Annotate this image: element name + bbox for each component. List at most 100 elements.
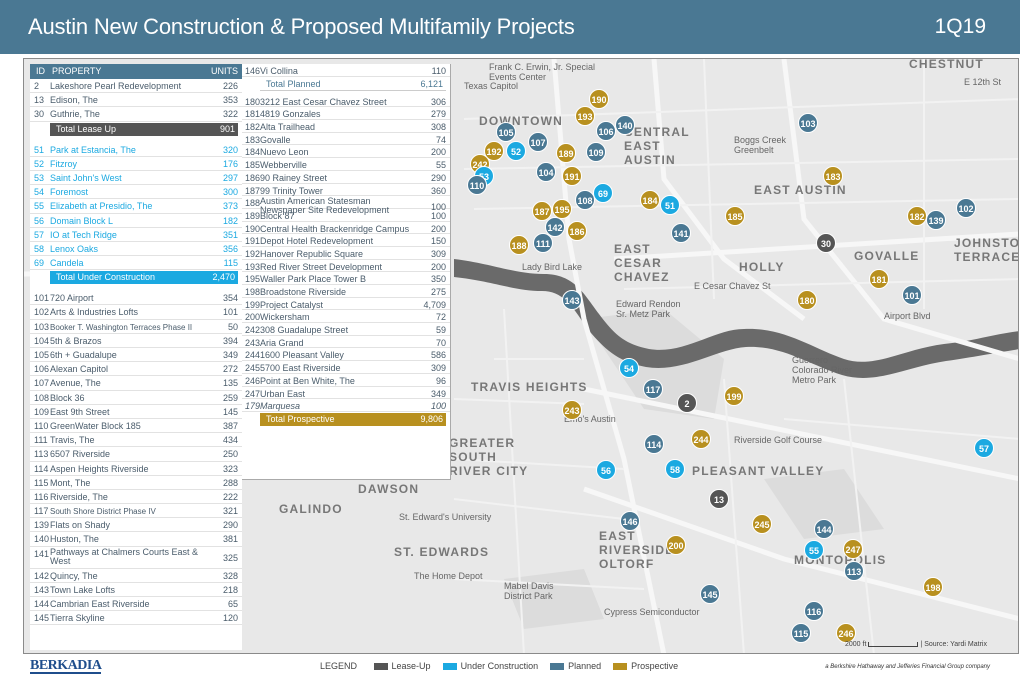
project-marker[interactable]: 199 xyxy=(724,386,744,406)
table-row: 146 Vi Collina 110 xyxy=(242,64,450,77)
project-marker[interactable]: 189 xyxy=(556,143,576,163)
table-row: 106 Alexan Capitol 272 xyxy=(30,362,242,377)
project-marker[interactable]: 101 xyxy=(902,285,922,305)
project-marker[interactable]: 180 xyxy=(797,290,817,310)
project-marker[interactable]: 140 xyxy=(615,115,635,135)
table-row: 113 6507 Riverside 250 xyxy=(30,447,242,462)
page-title: Austin New Construction & Proposed Multi… xyxy=(28,14,575,39)
map-label: Edward Rendon Sr. Metz Park xyxy=(616,299,681,319)
project-marker[interactable]: 145 xyxy=(700,584,720,604)
row-property: Nuevo Leon xyxy=(260,147,309,158)
project-marker[interactable]: 200 xyxy=(666,535,686,555)
project-marker[interactable]: 2 xyxy=(677,393,697,413)
row-id: 103 xyxy=(34,321,50,332)
total-label: Total Under Construction xyxy=(56,272,156,283)
project-marker[interactable]: 13 xyxy=(709,489,729,509)
row-property: Red River Street Development xyxy=(260,261,383,272)
row-units: 145 xyxy=(222,406,238,417)
header-bar: Austin New Construction & Proposed Multi… xyxy=(0,0,1020,54)
map-label: Boggs Creek Greenbelt xyxy=(734,135,787,155)
project-marker[interactable]: 114 xyxy=(644,434,664,454)
project-marker[interactable]: 57 xyxy=(974,438,994,458)
row-units: 72 xyxy=(435,312,446,323)
prospective-list: 180 3212 East Cesar Chavez Street 306 181 48… xyxy=(242,95,450,412)
project-marker[interactable]: 139 xyxy=(926,210,946,230)
row-id: 185 xyxy=(245,160,261,171)
project-marker[interactable]: 109 xyxy=(586,142,606,162)
project-marker[interactable]: 52 xyxy=(506,141,526,161)
project-marker[interactable]: 116 xyxy=(804,601,824,621)
row-units: 353 xyxy=(222,95,238,106)
row-property: Alexan Capitol xyxy=(50,364,109,375)
project-marker[interactable]: 144 xyxy=(814,519,834,539)
row-units: 100 xyxy=(430,210,446,221)
project-marker[interactable]: 146 xyxy=(620,511,640,531)
table-row: 180 3212 East Cesar Chavez Street 306 xyxy=(242,95,450,108)
planned-list: 101 720 Airport 354 102 Arts & Industries Lo… xyxy=(30,291,242,626)
row-property: IO at Tech Ridge xyxy=(50,229,117,240)
project-marker[interactable]: 55 xyxy=(804,540,824,560)
row-property: Riverside, The xyxy=(50,491,108,502)
project-marker[interactable]: 243 xyxy=(562,400,582,420)
row-id: 30 xyxy=(34,109,45,120)
project-marker[interactable]: 186 xyxy=(567,221,587,241)
project-marker[interactable]: 246 xyxy=(836,623,856,643)
row-property: Waller Park Place Tower B xyxy=(260,274,367,285)
project-marker[interactable]: 117 xyxy=(643,379,663,399)
row-units: 110 xyxy=(431,66,446,76)
row-units: 323 xyxy=(222,463,238,474)
project-marker[interactable]: 111 xyxy=(533,233,553,253)
project-marker[interactable]: 141 xyxy=(671,223,691,243)
table-row: 139 Flats on Shady 290 xyxy=(30,518,242,533)
row-property: Point at Ben White, The xyxy=(260,375,355,386)
project-marker[interactable]: 30 xyxy=(816,233,836,253)
legend-item: Lease-Up xyxy=(373,661,431,671)
row-id: 108 xyxy=(34,392,50,403)
project-marker[interactable]: 103 xyxy=(798,113,818,133)
legend: LEGEND Lease-Up Under Construction Planned… xyxy=(320,661,690,671)
table-row: 200 Wickersham 72 xyxy=(242,310,450,324)
col-id: ID xyxy=(36,66,45,76)
project-marker[interactable]: 244 xyxy=(691,429,711,449)
project-marker[interactable]: 54 xyxy=(619,358,639,378)
lease-up-list: 2 Lakeshore Pearl Redevelopment 226 13 Ediso… xyxy=(30,79,242,122)
project-marker[interactable]: 113 xyxy=(844,561,864,581)
project-marker[interactable]: 58 xyxy=(665,459,685,479)
row-units: 308 xyxy=(430,122,446,133)
project-marker[interactable]: 184 xyxy=(640,190,660,210)
row-units: 306 xyxy=(430,96,446,107)
project-marker[interactable]: 108 xyxy=(575,190,595,210)
project-marker[interactable]: 104 xyxy=(536,162,556,182)
project-marker[interactable]: 191 xyxy=(562,166,582,186)
project-marker[interactable]: 115 xyxy=(791,623,811,643)
table-row: 2 Lakeshore Pearl Redevelopment 226 xyxy=(30,79,242,94)
project-marker[interactable]: 185 xyxy=(725,206,745,226)
project-marker[interactable]: 247 xyxy=(843,539,863,559)
project-marker[interactable]: 195 xyxy=(552,199,572,219)
project-marker[interactable]: 182 xyxy=(907,206,927,226)
project-marker[interactable]: 56 xyxy=(596,460,616,480)
project-marker[interactable]: 198 xyxy=(923,577,943,597)
prospective-total: Total Prospective 9,806 xyxy=(260,412,446,426)
project-marker[interactable]: 105 xyxy=(496,122,516,142)
project-marker[interactable]: 106 xyxy=(596,121,616,141)
project-marker[interactable]: 69 xyxy=(593,183,613,203)
project-marker[interactable]: 190 xyxy=(589,89,609,109)
row-units: 135 xyxy=(222,378,238,389)
project-marker[interactable]: 183 xyxy=(823,166,843,186)
project-marker[interactable]: 193 xyxy=(575,106,595,126)
project-marker[interactable]: 51 xyxy=(660,195,680,215)
project-marker[interactable]: 188 xyxy=(509,235,529,255)
map-label: Texas Capitol xyxy=(464,81,519,91)
project-marker[interactable]: 102 xyxy=(956,198,976,218)
project-marker[interactable]: 143 xyxy=(562,290,582,310)
row-property: Domain Block L xyxy=(50,215,114,226)
row-id: 192 xyxy=(245,248,261,259)
project-marker[interactable]: 181 xyxy=(869,269,889,289)
lease-up-total: Total Lease Up 901 xyxy=(50,122,238,136)
row-property: 1600 Pleasant Valley xyxy=(260,350,344,361)
project-marker[interactable]: 107 xyxy=(528,132,548,152)
row-property: Edison, The xyxy=(50,95,98,106)
project-marker[interactable]: 110 xyxy=(467,175,487,195)
project-marker[interactable]: 245 xyxy=(752,514,772,534)
